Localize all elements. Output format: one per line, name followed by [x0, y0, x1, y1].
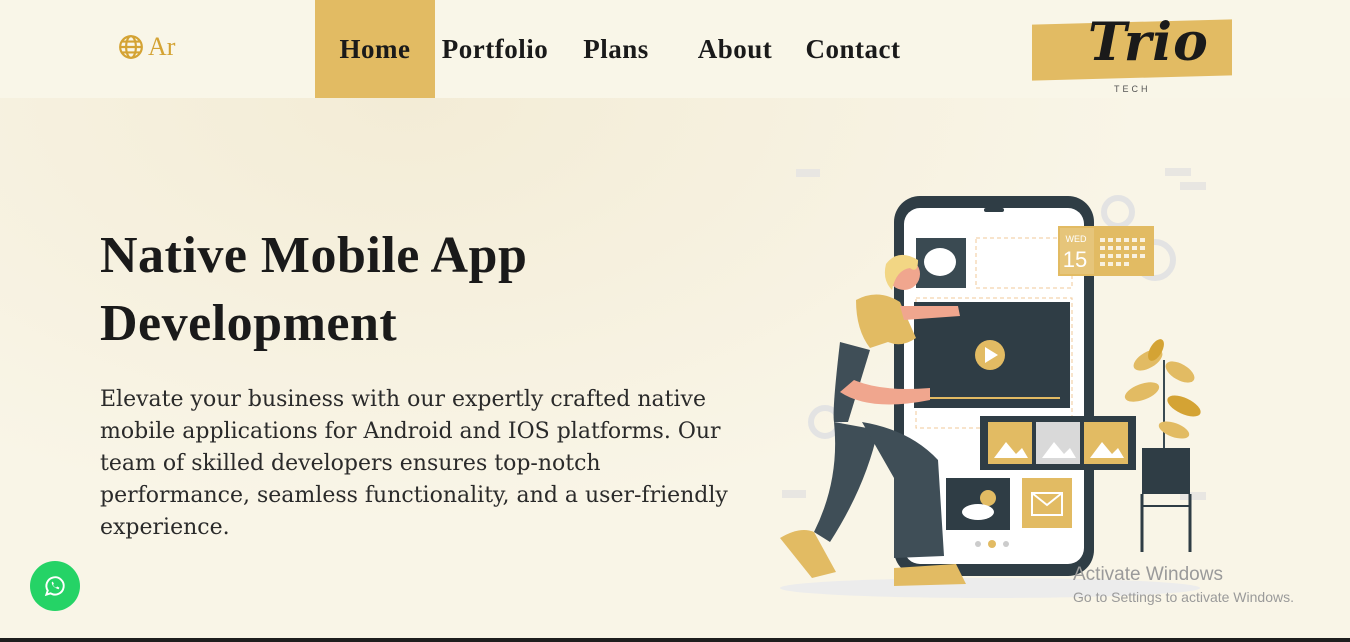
nav-plans[interactable]: Plans [555, 0, 677, 98]
watermark-subtitle: Go to Settings to activate Windows. [1073, 589, 1294, 605]
mail-icon [1022, 478, 1072, 528]
calendar-icon: WED 15 [1058, 226, 1154, 276]
language-switcher[interactable]: Ar [118, 32, 175, 62]
logo-text: Trio [1088, 12, 1209, 73]
language-label: Ar [148, 32, 176, 61]
logo-subtext: TECH [1114, 84, 1151, 94]
hero-title-line1: Native Mobile App [100, 227, 528, 284]
nav-home[interactable]: Home [315, 0, 435, 98]
top-navigation-bar: Ar Home Portfolio Plans About Contact Tr… [0, 0, 1350, 98]
mobile-app-illustration: WED 15 [780, 168, 1206, 598]
main-nav: Home Portfolio Plans About Contact [315, 0, 913, 98]
watermark-title: Activate Windows [1073, 564, 1223, 585]
nav-contact[interactable]: Contact [793, 0, 913, 98]
calendar-day: WED [1066, 234, 1087, 244]
windows-activation-watermark: Activate Windows Go to Settings to activ… [1073, 564, 1294, 605]
globe-icon [119, 35, 143, 59]
calendar-date: 15 [1063, 247, 1087, 272]
nav-about[interactable]: About [677, 0, 793, 98]
nav-portfolio[interactable]: Portfolio [435, 0, 555, 98]
whatsapp-button[interactable] [30, 561, 80, 611]
brand-logo[interactable]: Trio TECH [1032, 12, 1232, 96]
hero-title-line2: Development [100, 295, 398, 352]
hero-title: Native Mobile App Development [100, 222, 660, 358]
whatsapp-icon [44, 576, 65, 597]
hero-description: Elevate your business with our expertly … [100, 387, 728, 540]
taskbar-edge [0, 638, 1350, 642]
